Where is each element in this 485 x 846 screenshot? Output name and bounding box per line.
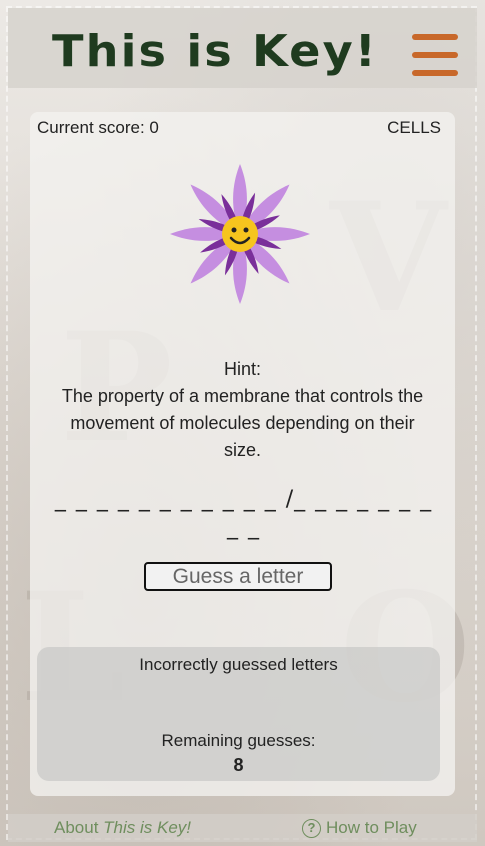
- about-link-prefix: About: [54, 818, 104, 837]
- remaining-guesses-label: Remaining guesses:: [161, 731, 316, 750]
- header-bar: This is Key!: [8, 8, 477, 88]
- about-link-title: This is Key!: [103, 818, 192, 837]
- word-blanks: _ _ _ _ _ _ _ _ _ _ _ /_ _ _ _ _ _ _ _ _: [54, 487, 433, 540]
- menu-line: [412, 70, 458, 76]
- guess-letter-button[interactable]: Guess a letter: [144, 562, 332, 591]
- remaining-guesses-count: 8: [233, 755, 244, 775]
- hint-text: The property of a membrane that controls…: [61, 386, 424, 460]
- game-card: Current score: 0 CELLS Hint: The propert…: [30, 112, 455, 796]
- incorrect-letters-label: Incorrectly guessed letters: [139, 655, 338, 674]
- menu-line: [412, 52, 458, 58]
- guess-status-panel: Incorrectly guessed letters Remaining gu…: [37, 647, 440, 781]
- smiling-flower-icon: [170, 164, 310, 304]
- menu-line: [412, 34, 458, 40]
- footer-bar: About This is Key! ? How to Play: [8, 814, 477, 842]
- topic-label: CELLS: [387, 118, 441, 137]
- app-title: This is Key!: [52, 26, 378, 77]
- current-score: Current score: 0: [37, 118, 159, 137]
- hint-block: Hint: The property of a membrane that co…: [50, 356, 435, 464]
- question-circle-icon: ?: [302, 818, 321, 838]
- hamburger-menu-icon[interactable]: [412, 34, 458, 76]
- about-link[interactable]: About This is Key!: [54, 818, 191, 838]
- hint-label: Hint:: [223, 359, 261, 379]
- how-to-play-label: How to Play: [326, 818, 417, 837]
- how-to-play-link[interactable]: ? How to Play: [302, 818, 417, 838]
